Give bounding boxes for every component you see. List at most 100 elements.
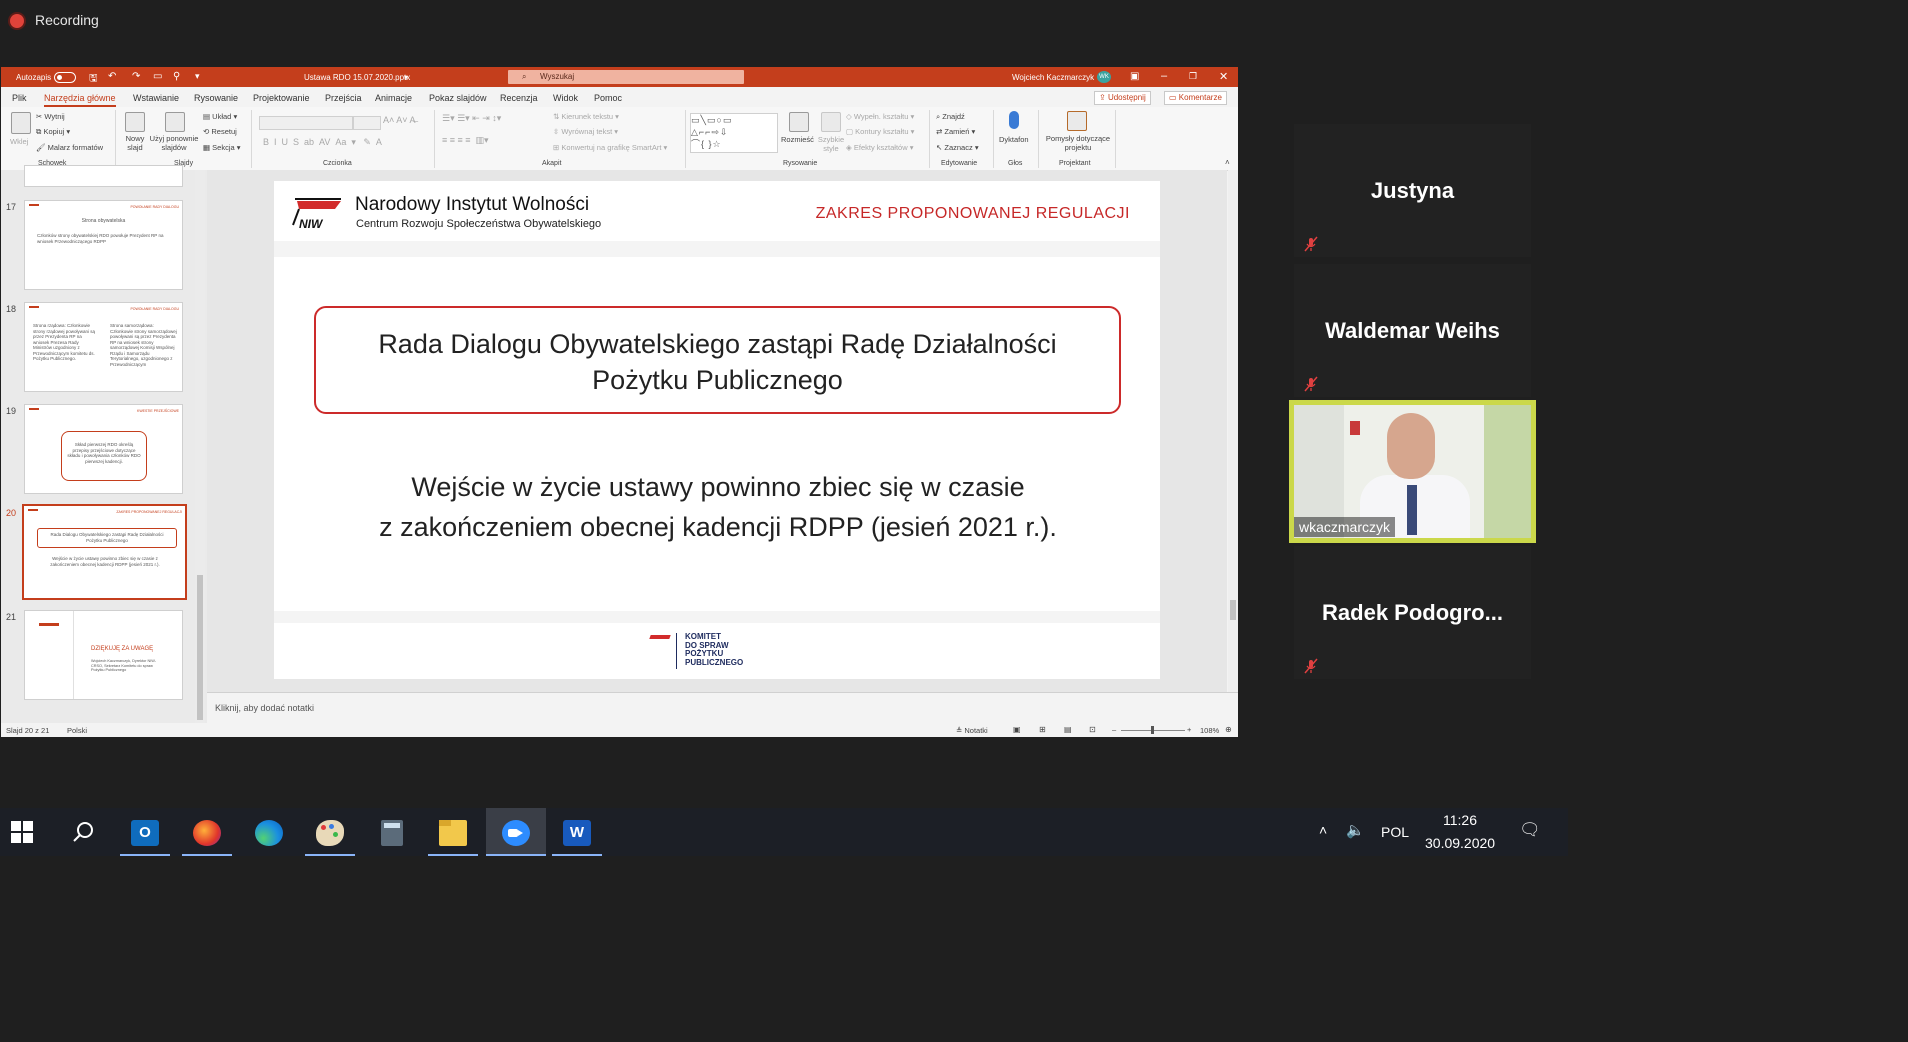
shape-fill-button[interactable]: ◇ Wypełn. kształtu ▾ xyxy=(846,112,914,121)
tab-slideshow[interactable]: Pokaz slajdów xyxy=(429,93,487,103)
tab-insert[interactable]: Wstawianie xyxy=(133,93,179,103)
thumbnails-scroll-thumb[interactable] xyxy=(197,575,203,720)
notes-pane[interactable]: Kliknij, aby dodać notatki xyxy=(207,692,1238,724)
font-name-select[interactable] xyxy=(259,116,353,130)
normal-view-icon[interactable]: ▣ xyxy=(1013,725,1021,734)
slide-thumbnail[interactable]: KWESTIE PRZEJŚCIOWE Skład pierwszej RDO … xyxy=(24,404,183,494)
participant-tile[interactable]: Radek Podogro... xyxy=(1294,546,1531,679)
restore-icon[interactable]: ❐ xyxy=(1189,71,1197,82)
tab-design[interactable]: Projektowanie xyxy=(253,93,310,103)
alignment-icons[interactable]: ≡ ≡ ≡ ≡ ▥▾ xyxy=(442,135,489,146)
comments-button[interactable]: ▭ Komentarze xyxy=(1164,91,1227,105)
save-icon[interactable]: 🖫 xyxy=(89,71,98,88)
dictate-label[interactable]: Dyktafon xyxy=(999,135,1029,144)
select-button[interactable]: ↖ Zaznacz ▾ xyxy=(936,143,979,152)
slide-thumbnail[interactable]: DZIĘKUJĘ ZA UWAGĘ Wojciech Kaczmarczyk, … xyxy=(24,610,183,700)
clock-date[interactable]: 30.09.2020 xyxy=(1425,835,1495,851)
search-input[interactable]: ⌕ Wyszukaj xyxy=(508,70,744,84)
reading-view-icon[interactable]: ▤ xyxy=(1064,725,1072,734)
microphone-icon[interactable] xyxy=(1009,111,1019,129)
font-size-select[interactable] xyxy=(353,116,381,130)
thumbnails-scrollbar[interactable] xyxy=(195,170,205,723)
design-ideas-icon[interactable] xyxy=(1067,111,1087,131)
present-icon[interactable]: ▭ xyxy=(153,71,162,82)
arrange-icon[interactable] xyxy=(789,112,809,132)
text-direction-button[interactable]: ⇅ Kierunek tekstu ▾ xyxy=(553,112,619,121)
autosave-toggle[interactable] xyxy=(54,72,76,83)
zoom-icon[interactable] xyxy=(502,820,530,846)
firefox-icon[interactable] xyxy=(193,820,221,846)
participant-tile[interactable]: Justyna xyxy=(1294,124,1531,257)
start-icon[interactable] xyxy=(11,821,33,843)
title-chevron-down-icon[interactable]: ▾ xyxy=(404,73,408,82)
slideshow-view-icon[interactable]: ⊡ xyxy=(1089,725,1096,734)
customize-toolbar-icon[interactable]: ▾ xyxy=(195,71,200,82)
tab-view[interactable]: Widok xyxy=(553,93,578,103)
word-icon[interactable]: W xyxy=(563,820,591,846)
shape-outline-button[interactable]: ▢ Kontury kształtu ▾ xyxy=(846,127,914,136)
font-size-controls-icon[interactable]: A˄ A˅ A̶ xyxy=(383,115,416,125)
search-icon[interactable] xyxy=(72,821,94,843)
quick-styles-icon[interactable] xyxy=(821,112,841,132)
notifications-icon[interactable]: 🗨 xyxy=(1519,820,1541,840)
zoom-level[interactable]: 108% xyxy=(1200,726,1219,735)
font-format-icons[interactable]: B I U S ab AV Aa ▾ ✎ A xyxy=(263,137,382,148)
minimize-icon[interactable]: – xyxy=(1161,70,1167,82)
list-icons[interactable]: ☰▾ ☰▾ ⇤ ⇥ ↕▾ xyxy=(442,113,501,124)
tab-draw[interactable]: Rysowanie xyxy=(194,93,238,103)
volume-icon[interactable]: 🔈 xyxy=(1346,821,1365,839)
new-slide-label[interactable]: Nowy slajd xyxy=(122,134,148,152)
slide-thumbnail[interactable]: POWOŁANIE RADY DIALOGU Strona rządowa: C… xyxy=(24,302,183,392)
find-button[interactable]: ⌕ Znajdź xyxy=(936,112,965,122)
replace-button[interactable]: ⇄ Zamień ▾ xyxy=(936,127,975,136)
ribbon-display-icon[interactable]: ▣ xyxy=(1130,71,1139,82)
tab-home[interactable]: Narzędzia główne xyxy=(44,93,116,107)
layout-button[interactable]: ▤ Układ ▾ xyxy=(203,112,237,121)
show-hidden-icons-icon[interactable]: ˄ xyxy=(1319,822,1327,838)
design-ideas-label[interactable]: Pomysły dotyczące projektu xyxy=(1043,134,1113,152)
slide-scroll-thumb[interactable] xyxy=(1230,600,1236,620)
shapes-gallery[interactable]: ▭╲▭○▭ △⌐⌐⇨⇩ ⌒{ }☆ xyxy=(690,113,778,153)
calculator-icon[interactable] xyxy=(381,820,403,846)
copy-button[interactable]: ⧉ Kopiuj ▾ xyxy=(36,127,70,137)
slide-thumbnail-selected[interactable]: ZAKRES PROPONOWANEJ REGULACJI Rada Dialo… xyxy=(22,504,187,600)
notes-toggle[interactable]: ≜ Notatki xyxy=(956,726,988,735)
paste-icon[interactable] xyxy=(11,112,31,134)
file-explorer-icon[interactable] xyxy=(439,820,467,846)
user-avatar[interactable]: WK xyxy=(1097,71,1111,83)
collapse-ribbon-icon[interactable]: ˄ xyxy=(1225,158,1230,167)
cut-button[interactable]: ✂ Wytnij xyxy=(36,112,65,121)
section-button[interactable]: ▦ Sekcja ▾ xyxy=(203,143,241,152)
tab-help[interactable]: Pomoc xyxy=(594,93,622,103)
convert-smartart-button[interactable]: ⊞ Konwertuj na grafikę SmartArt ▾ xyxy=(553,143,667,152)
paint-icon[interactable] xyxy=(316,820,344,846)
align-text-button[interactable]: ⇳ Wyrównaj tekst ▾ xyxy=(553,127,618,136)
new-slide-icon[interactable] xyxy=(125,112,145,132)
format-painter-button[interactable]: 🖌 Malarz formatów xyxy=(36,143,103,152)
zoom-slider-thumb[interactable] xyxy=(1151,726,1154,734)
reuse-slides-icon[interactable] xyxy=(165,112,185,132)
slide-thumbnail[interactable] xyxy=(24,165,183,187)
share-button[interactable]: ⇪ Udostępnij xyxy=(1094,91,1151,105)
undo-icon[interactable]: ↶ xyxy=(108,71,116,82)
slide-sorter-icon[interactable]: ⊞ xyxy=(1039,725,1046,734)
quick-styles-label[interactable]: Szybkie style xyxy=(817,135,845,153)
slide-scrollbar[interactable] xyxy=(1228,170,1238,692)
participant-tile[interactable]: Waldemar Weihs xyxy=(1294,264,1531,397)
shape-effects-button[interactable]: ◈ Efekty kształtów ▾ xyxy=(846,143,914,152)
reuse-slides-label[interactable]: Użyj ponownie slajdów xyxy=(148,134,200,152)
redo-icon[interactable]: ↷ xyxy=(132,71,140,82)
active-speaker-tile[interactable]: wkaczmarczyk xyxy=(1289,400,1536,543)
close-icon[interactable]: ✕ xyxy=(1219,70,1228,83)
input-language[interactable]: POL xyxy=(1381,824,1409,840)
language-indicator[interactable]: Polski xyxy=(67,726,87,735)
zoom-out-icon[interactable]: – xyxy=(1112,725,1116,734)
document-title[interactable]: Ustawa RDO 15.07.2020.pptx xyxy=(304,73,410,82)
tab-transitions[interactable]: Przejścia xyxy=(325,93,362,103)
quick-access-icon[interactable]: ⚲ xyxy=(173,71,180,82)
reset-button[interactable]: ⟲ Resetuj xyxy=(203,127,237,136)
edge-icon[interactable] xyxy=(255,820,283,846)
user-name[interactable]: Wojciech Kaczmarczyk xyxy=(1012,73,1094,82)
arrange-label[interactable]: Rozmieść xyxy=(781,135,814,144)
tab-file[interactable]: Plik xyxy=(12,93,27,103)
